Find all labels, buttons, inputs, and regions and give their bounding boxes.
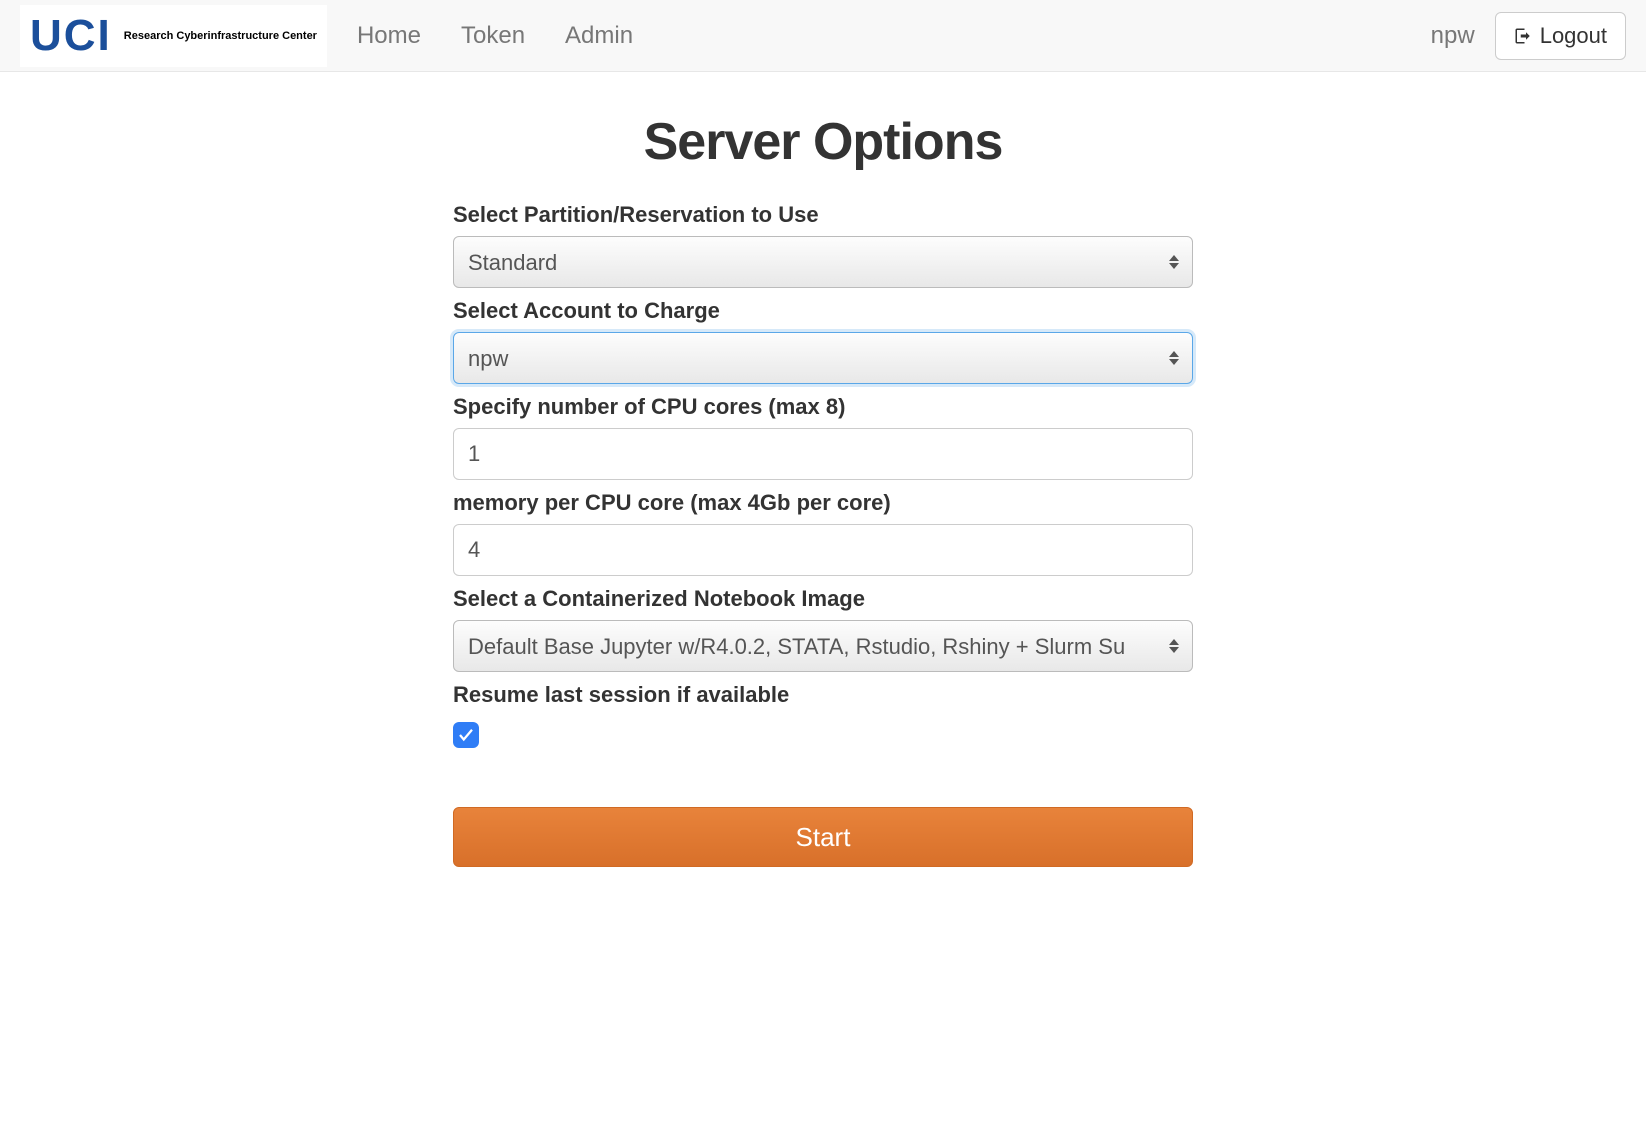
resume-checkbox[interactable] xyxy=(453,722,479,748)
memory-input[interactable] xyxy=(453,524,1193,576)
start-button[interactable]: Start xyxy=(453,807,1193,867)
partition-select[interactable]: Standard xyxy=(453,236,1193,288)
nav-links: Home Token Admin xyxy=(357,22,633,50)
logo-text: UCI xyxy=(30,11,112,61)
main-container: Server Options Select Partition/Reservat… xyxy=(433,112,1213,867)
nav-link-admin[interactable]: Admin xyxy=(565,22,633,50)
account-label: Select Account to Charge xyxy=(453,298,1193,324)
image-label: Select a Containerized Notebook Image xyxy=(453,586,1193,612)
partition-label: Select Partition/Reservation to Use xyxy=(453,202,1193,228)
nav-username: npw xyxy=(1431,22,1475,50)
resume-label: Resume last session if available xyxy=(453,682,1193,708)
logout-button[interactable]: Logout xyxy=(1495,12,1626,60)
logo-subtext: Research Cyberinfrastructure Center xyxy=(124,30,317,42)
account-select[interactable]: npw xyxy=(453,332,1193,384)
logout-label: Logout xyxy=(1540,23,1607,49)
brand-logo[interactable]: UCI Research Cyberinfrastructure Center xyxy=(20,5,327,67)
cpu-input[interactable] xyxy=(453,428,1193,480)
page-title: Server Options xyxy=(453,112,1193,172)
nav-link-home[interactable]: Home xyxy=(357,22,421,50)
check-icon xyxy=(457,726,475,744)
cpu-label: Specify number of CPU cores (max 8) xyxy=(453,394,1193,420)
memory-label: memory per CPU core (max 4Gb per core) xyxy=(453,490,1193,516)
logout-icon xyxy=(1514,27,1532,45)
image-select[interactable]: Default Base Jupyter w/R4.0.2, STATA, Rs… xyxy=(453,620,1193,672)
nav-link-token[interactable]: Token xyxy=(461,22,525,50)
navbar: UCI Research Cyberinfrastructure Center … xyxy=(0,0,1646,72)
